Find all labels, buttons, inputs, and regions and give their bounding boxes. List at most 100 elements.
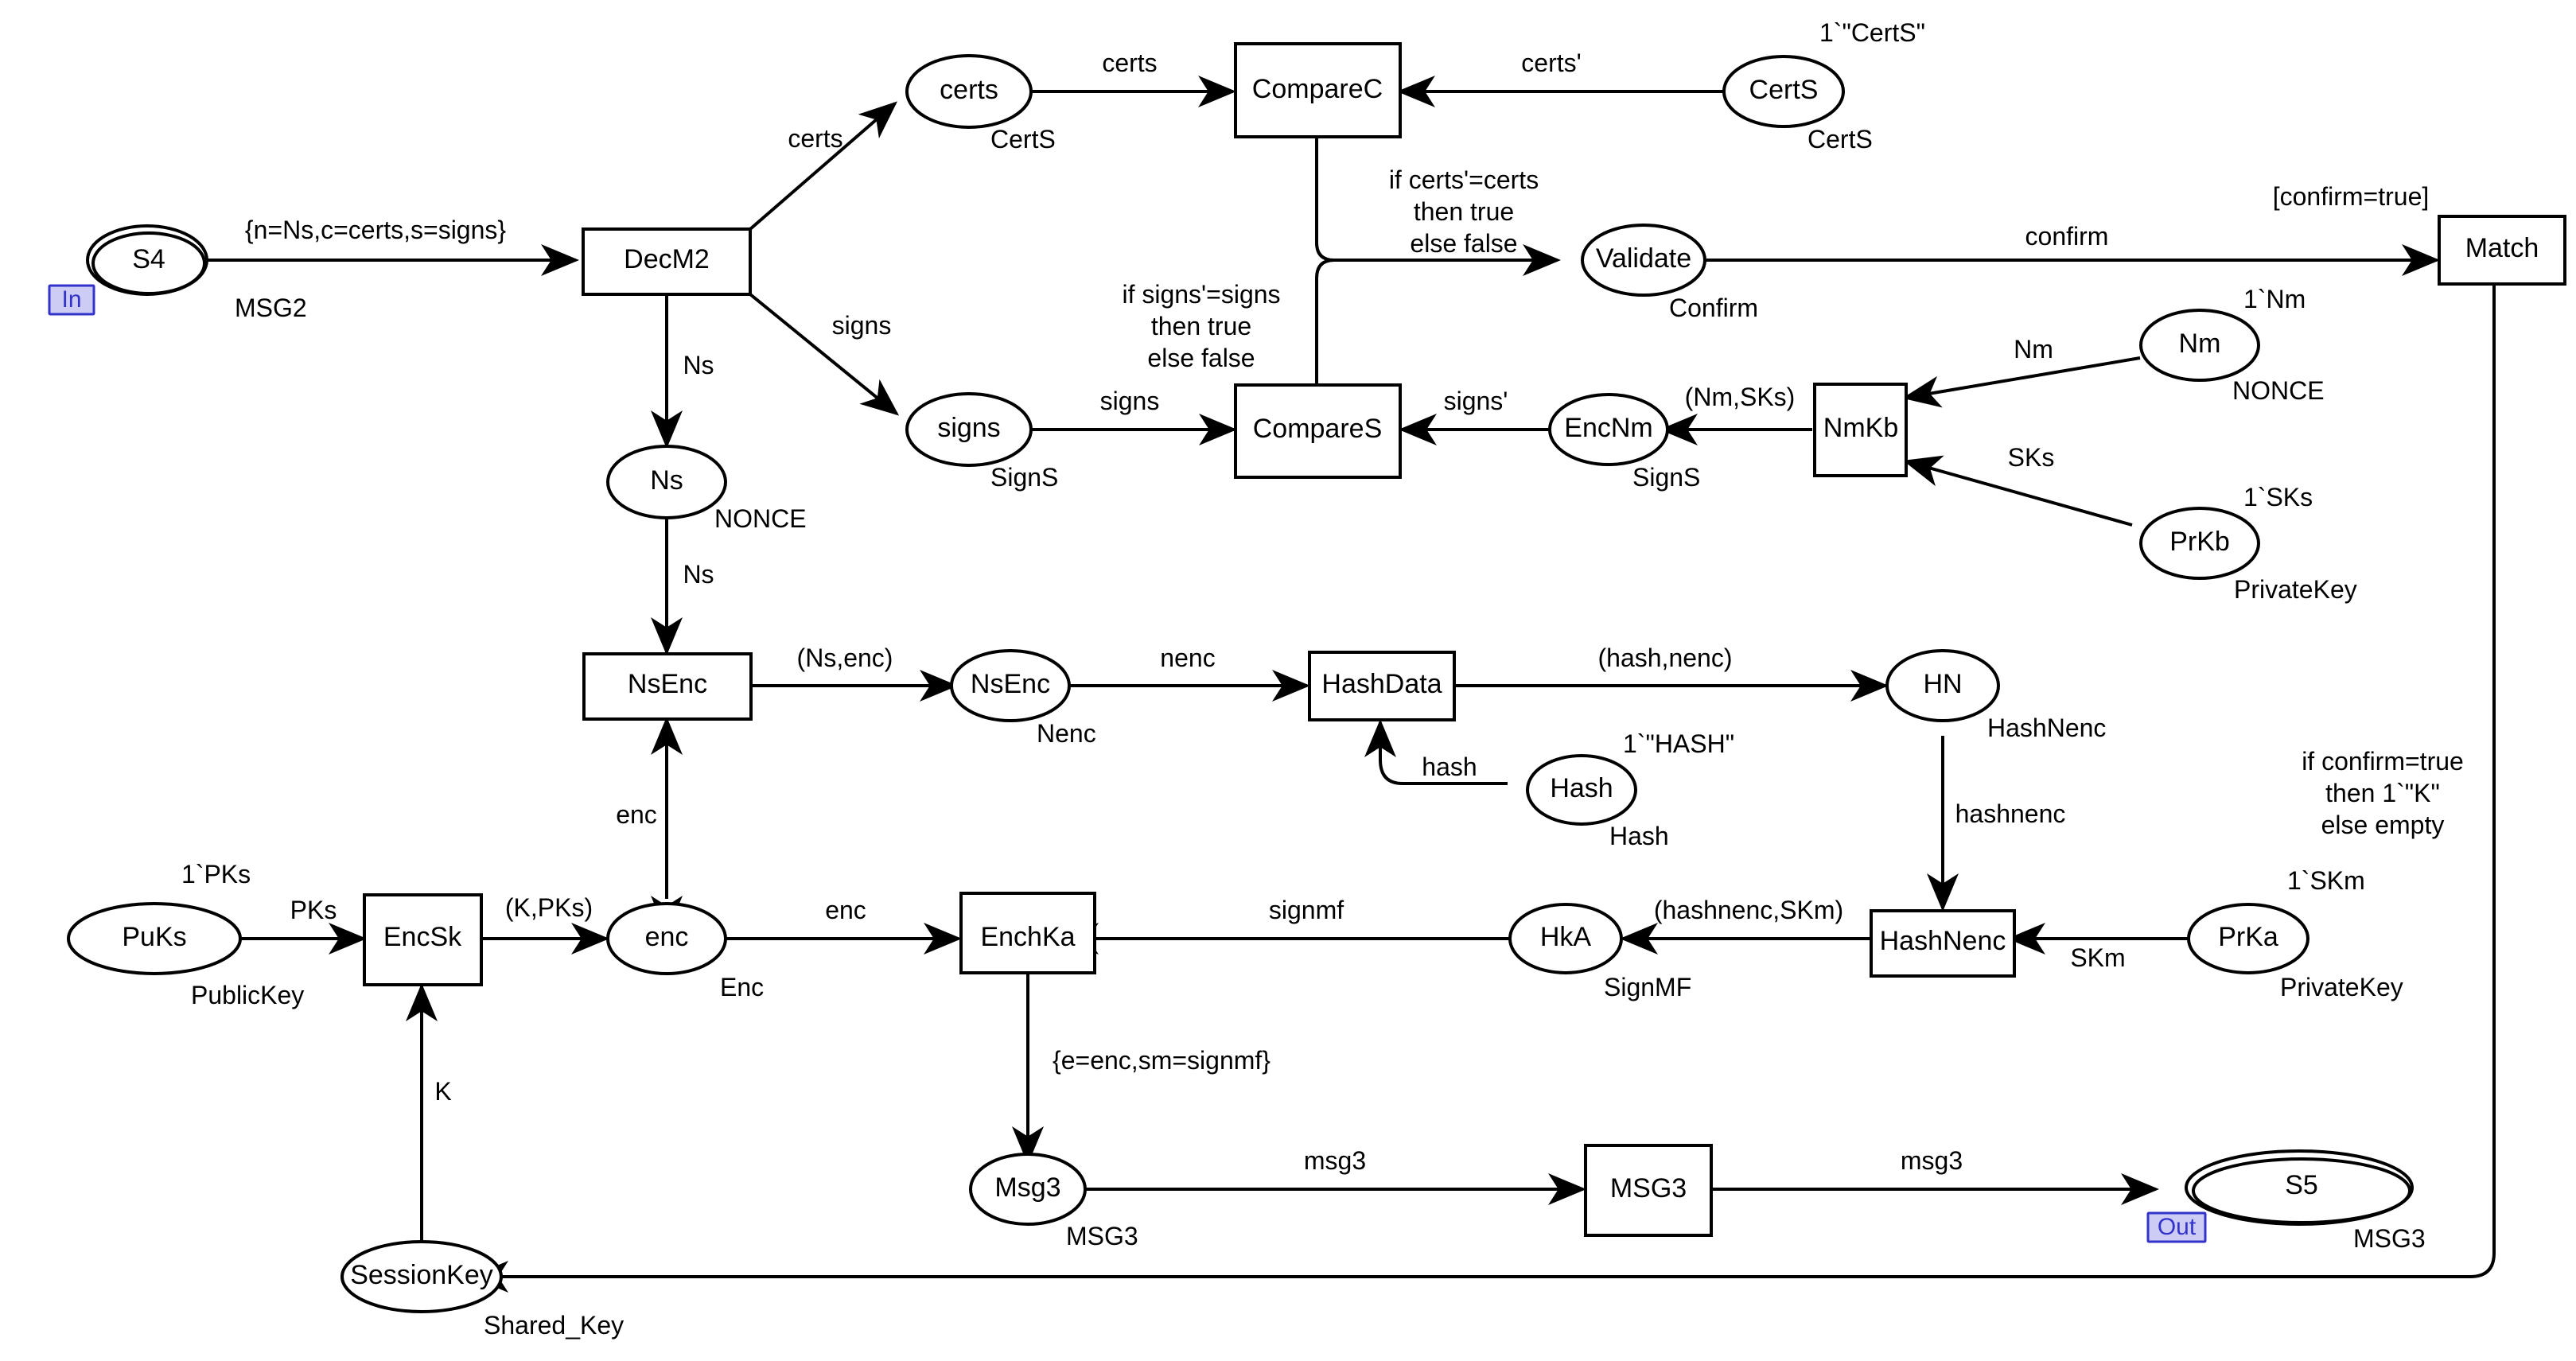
guard-certs-line2: then true [1414, 197, 1514, 226]
guard-certs-line1: if certs'=certs [1389, 165, 1539, 194]
place-nm[interactable]: Nm [2139, 309, 2260, 382]
place-nsenc-type: Nenc [1037, 719, 1096, 748]
place-prka-type: PrivateKey [2280, 973, 2403, 1001]
transition-encsk[interactable]: EncSk [363, 893, 483, 986]
place-hash[interactable]: Hash [1526, 754, 1637, 826]
arc-label-hashnenc: hashnenc [1955, 799, 2066, 828]
place-s4[interactable]: S4 [86, 224, 208, 296]
place-signs-label: signs [937, 413, 1000, 443]
place-certs-type: CertS [990, 125, 1056, 154]
transition-compares-label: CompareS [1253, 414, 1383, 444]
place-hn-label: HN [1923, 669, 1962, 699]
place-encnm-type: SignS [1632, 463, 1700, 492]
arc-label-match-out1: if confirm=true [2302, 747, 2464, 776]
arc-label-confirm: confirm [2025, 222, 2109, 251]
arc-label-e-sm: {e=enc,sm=signmf} [1053, 1046, 1270, 1075]
place-hka[interactable]: HkA [1508, 903, 1623, 974]
transition-msg3[interactable]: MSG3 [1584, 1144, 1713, 1237]
arc-decm2-certs [749, 101, 898, 231]
place-nm-init: 1`Nm [2243, 285, 2306, 313]
place-hn-type: HashNenc [1987, 714, 2106, 742]
transition-match-guard: [confirm=true] [2273, 182, 2430, 211]
place-certs-source-init: 1`"CertS" [1819, 18, 1925, 47]
place-puks-type: PublicKey [191, 981, 304, 1009]
port-tag-in: In [48, 284, 95, 316]
place-hn[interactable]: HN [1885, 649, 2000, 722]
transition-hashdata-label: HashData [1321, 669, 1442, 699]
arc-label-msg3-a: msg3 [1304, 1146, 1366, 1175]
arc-label-signs-out: signs [832, 311, 892, 340]
guard-signs-line1: if signs'=signs [1122, 280, 1280, 309]
transition-hashdata[interactable]: HashData [1308, 651, 1456, 721]
place-nsenc[interactable]: NsEnc [950, 649, 1071, 722]
place-ns[interactable]: Ns [606, 445, 727, 519]
transition-enchka[interactable]: EnchKa [959, 892, 1096, 974]
place-signs[interactable]: signs [905, 392, 1033, 467]
place-nsenc-label: NsEnc [971, 669, 1050, 699]
transition-match-label: Match [2465, 233, 2539, 263]
place-msg3-label: Msg3 [994, 1172, 1060, 1203]
arc-label-enc: enc [825, 896, 866, 924]
arc-label-hash: hash [1422, 752, 1477, 781]
transition-nsenc[interactable]: NsEnc [582, 652, 753, 721]
port-tag-out-label: Out [2158, 1214, 2197, 1240]
arc-label-certs-out: certs [788, 124, 842, 153]
transition-comparec[interactable]: CompareC [1234, 42, 1402, 138]
transition-enchka-label: EnchKa [980, 922, 1075, 952]
place-puks[interactable]: PuKs [67, 902, 242, 975]
transition-decm2[interactable]: DecM2 [582, 227, 752, 296]
place-prka[interactable]: PrKa [2187, 903, 2309, 974]
port-tag-in-label: In [61, 286, 81, 313]
place-prkb-init: 1`SKs [2243, 483, 2313, 511]
transition-nmkb[interactable]: NmKb [1813, 383, 1908, 477]
place-validate[interactable]: Validate [1581, 224, 1706, 297]
place-ns-label: Ns [650, 465, 683, 496]
place-enc[interactable]: enc [606, 902, 727, 975]
place-certs-source-type: CertS [1807, 125, 1873, 154]
transition-hashnenc-label: HashNenc [1880, 926, 2006, 956]
place-sessionkey[interactable]: SessionKey [340, 1240, 503, 1313]
arc-label-hashnenc-skm: (hashnenc,SKm) [1654, 896, 1843, 924]
place-sessionkey-label: SessionKey [350, 1260, 493, 1290]
arc-nm-nmkb [1902, 356, 2141, 408]
arc-label-ns-out: Ns [683, 351, 714, 379]
transition-hashnenc[interactable]: HashNenc [1870, 909, 2016, 978]
arc-label-certs-in: certs [1102, 49, 1157, 77]
place-s5-type: MSG3 [2353, 1224, 2426, 1253]
place-s5[interactable]: S5 [2185, 1149, 2414, 1226]
arc-label-match-out3: else empty [2321, 811, 2445, 839]
place-certs-source-label: CertS [1749, 75, 1819, 105]
place-msg3-type: MSG3 [1066, 1222, 1138, 1250]
guard-signs-line3: else false [1147, 344, 1255, 372]
guard-certs-line3: else false [1410, 229, 1517, 258]
transition-compares[interactable]: CompareS [1234, 383, 1402, 479]
place-s4-type: MSG2 [235, 294, 307, 322]
arc-label-ns-enc: (Ns,enc) [797, 644, 893, 672]
arc-label-sks: SKs [2008, 443, 2055, 472]
place-encnm-label: EncNm [1564, 413, 1652, 443]
transition-decm2-label: DecM2 [624, 244, 710, 274]
arc-label-certs-prime: certs' [1521, 49, 1581, 77]
place-puks-label: PuKs [122, 922, 186, 952]
port-tag-out: Out [2146, 1211, 2207, 1243]
place-certs-label: certs [940, 75, 998, 105]
place-certs[interactable]: certs [905, 54, 1033, 129]
transition-match[interactable]: Match [2438, 215, 2566, 286]
place-encnm[interactable]: EncNm [1548, 393, 1669, 466]
place-certs-source[interactable]: CertS [1722, 55, 1845, 128]
place-prkb[interactable]: PrKb [2139, 507, 2260, 580]
place-prkb-type: PrivateKey [2234, 575, 2357, 604]
transition-msg3-label: MSG3 [1610, 1173, 1687, 1204]
petri-net-canvas: S4 In MSG2 certs CertS CertS 1`"CertS" C… [0, 0, 2576, 1361]
place-prkb-label: PrKb [2169, 527, 2230, 557]
place-hka-type: SignMF [1604, 973, 1691, 1001]
place-msg3[interactable]: Msg3 [969, 1153, 1087, 1226]
place-prka-init: 1`SKm [2287, 866, 2365, 895]
place-signs-type: SignS [990, 463, 1058, 492]
arc-label-ns: Ns [683, 560, 714, 589]
transition-nmkb-label: NmKb [1823, 413, 1898, 443]
arc-label-signmf: signmf [1269, 896, 1344, 924]
place-puks-init: 1`PKs [181, 860, 251, 889]
arc-match-sessionkey [470, 284, 2496, 1293]
place-validate-type: Confirm [1669, 294, 1758, 322]
